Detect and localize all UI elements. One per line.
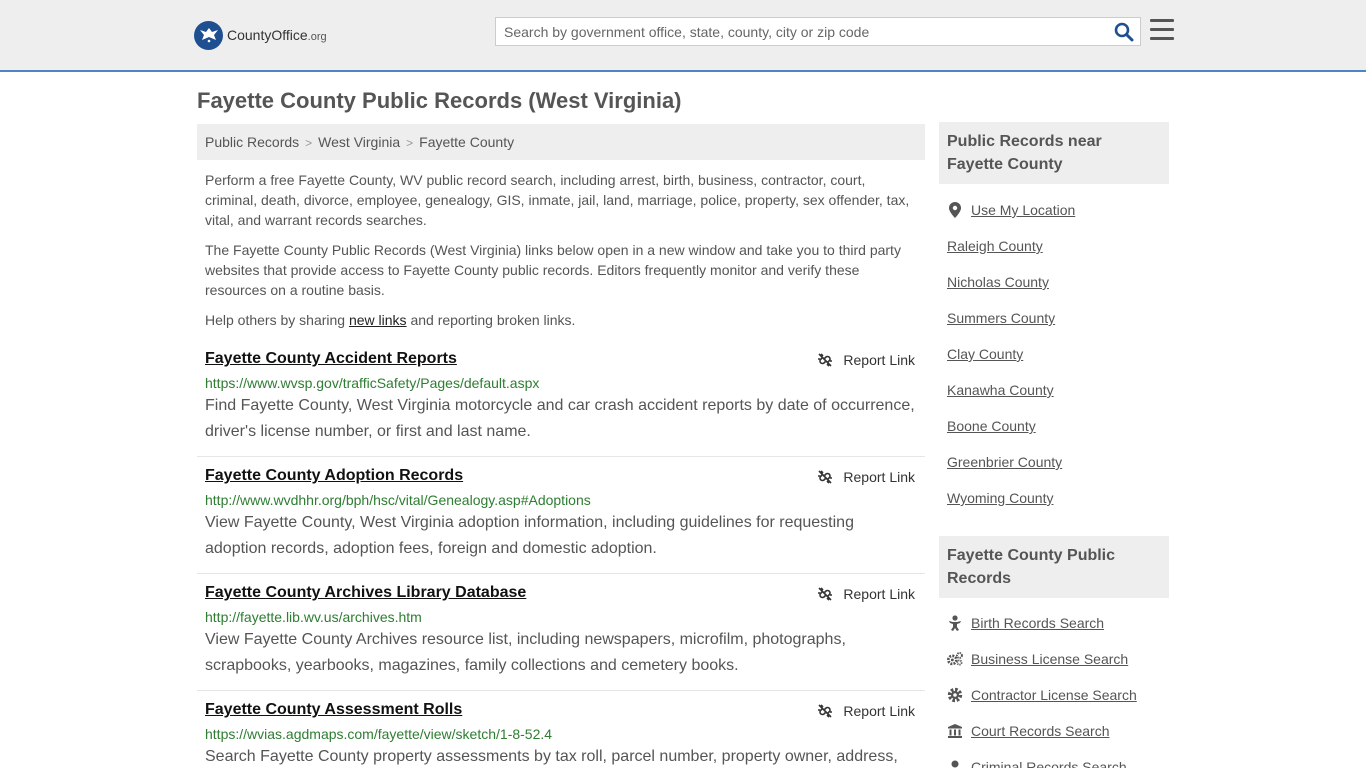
sidebar-records-heading: Fayette County Public Records: [939, 536, 1169, 598]
disclaimer-paragraph: The Fayette County Public Records (West …: [205, 242, 901, 298]
report-link-button[interactable]: Report Link: [817, 469, 915, 485]
share-text-end: and reporting broken links.: [406, 312, 576, 328]
breadcrumb-fayette-county[interactable]: Fayette County: [419, 134, 514, 150]
breadcrumb-separator-icon: >: [305, 136, 313, 150]
criminal-records-label: Criminal Records Search: [971, 759, 1127, 768]
contractor-license-link[interactable]: Contractor License Search: [947, 687, 1137, 703]
page-title: Fayette County Public Records (West Virg…: [197, 88, 682, 113]
record-title-link[interactable]: Fayette County Assessment Rolls: [205, 701, 462, 719]
gears-icon: [947, 651, 963, 667]
site-header: CountyOffice.org: [0, 0, 1366, 72]
record-title-link[interactable]: Fayette County Adoption Records: [205, 467, 463, 485]
breadcrumb-west-virginia[interactable]: West Virginia: [318, 134, 400, 150]
nearby-county-link[interactable]: Nicholas County: [947, 274, 1049, 290]
nearby-county-link[interactable]: Raleigh County: [947, 238, 1043, 254]
sidebar-records: Fayette County Public Records: [939, 536, 1169, 598]
record-url[interactable]: https://wvias.agdmaps.com/fayette/view/s…: [205, 726, 917, 742]
nearby-county-link[interactable]: Summers County: [947, 310, 1055, 326]
record-description: View Fayette County, West Virginia adopt…: [205, 514, 854, 557]
record-description: Search Fayette County property assessmen…: [205, 748, 898, 765]
nearby-county-link[interactable]: Boone County: [947, 418, 1036, 434]
report-link-button[interactable]: Report Link: [817, 703, 915, 719]
share-paragraph: Help others by sharing new links and rep…: [205, 310, 917, 330]
logo-text: CountyOffice.org: [227, 27, 327, 43]
record-description: View Fayette County Archives resource li…: [205, 631, 846, 674]
gear-icon: [947, 687, 963, 703]
breadcrumb-public-records[interactable]: Public Records: [205, 134, 299, 150]
record-item: Fayette County Adoption Records Report L…: [197, 467, 925, 574]
record-item: Fayette County Accident Reports Report L…: [197, 350, 925, 457]
record-url[interactable]: http://fayette.lib.wv.us/archives.htm: [205, 609, 917, 625]
broken-link-icon: [818, 587, 833, 601]
record-url[interactable]: https://www.wvsp.gov/trafficSafety/Pages…: [205, 375, 917, 391]
broken-link-icon: [818, 704, 833, 718]
report-link-label: Report Link: [843, 703, 915, 719]
record-url[interactable]: http://www.wvdhhr.org/bph/hsc/vital/Gene…: [205, 492, 917, 508]
criminal-records-link[interactable]: Criminal Records Search: [947, 759, 1127, 768]
record-item: Fayette County Assessment Rolls Report L…: [197, 701, 925, 768]
record-item: Fayette County Archives Library Database…: [197, 584, 925, 691]
use-my-location-label: Use My Location: [971, 202, 1076, 218]
nearby-county-link[interactable]: Kanawha County: [947, 382, 1054, 398]
eagle-icon: [194, 20, 223, 50]
record-description: Find Fayette County, West Virginia motor…: [205, 397, 915, 440]
business-license-label: Business License Search: [971, 651, 1129, 667]
breadcrumb: Public Records > West Virginia > Fayette Cou…: [197, 124, 925, 160]
hamburger-menu-icon[interactable]: [1150, 19, 1174, 41]
business-license-link[interactable]: Business License Search: [947, 651, 1128, 667]
birth-records-label: Birth Records Search: [971, 615, 1105, 631]
courthouse-icon: [947, 723, 963, 739]
report-link-label: Report Link: [843, 586, 915, 602]
birth-records-link[interactable]: Birth Records Search: [947, 615, 1104, 631]
sidebar-nearby-heading: Public Records near Fayette County: [939, 122, 1169, 184]
search-input[interactable]: [496, 18, 1096, 45]
report-link-label: Report Link: [843, 352, 915, 368]
use-my-location-link[interactable]: Use My Location: [947, 202, 1075, 218]
share-text: Help others by sharing: [205, 312, 349, 328]
nearby-county-link[interactable]: Clay County: [947, 346, 1023, 362]
report-link-label: Report Link: [843, 469, 915, 485]
nearby-county-link[interactable]: Wyoming County: [947, 490, 1053, 506]
report-link-button[interactable]: Report Link: [817, 352, 915, 368]
baby-icon: [947, 615, 963, 631]
search-bar: [495, 17, 1141, 46]
map-marker-icon: [947, 202, 963, 218]
record-title-link[interactable]: Fayette County Accident Reports: [205, 350, 457, 368]
nearby-county-link[interactable]: Greenbrier County: [947, 454, 1062, 470]
site-logo[interactable]: CountyOffice.org: [194, 20, 327, 50]
record-title-link[interactable]: Fayette County Archives Library Database: [205, 584, 526, 602]
contractor-license-label: Contractor License Search: [971, 687, 1137, 703]
breadcrumb-separator-icon: >: [406, 136, 414, 150]
broken-link-icon: [818, 470, 833, 484]
sidebar-nearby: Public Records near Fayette County: [939, 122, 1169, 184]
court-records-link[interactable]: Court Records Search: [947, 723, 1110, 739]
broken-link-icon: [818, 353, 833, 367]
new-links-link[interactable]: new links: [349, 312, 407, 328]
court-records-label: Court Records Search: [971, 723, 1110, 739]
search-icon[interactable]: [1114, 22, 1134, 42]
criminal-icon: [947, 759, 963, 768]
intro-paragraph: Perform a free Fayette County, WV public…: [205, 172, 910, 228]
report-link-button[interactable]: Report Link: [817, 586, 915, 602]
